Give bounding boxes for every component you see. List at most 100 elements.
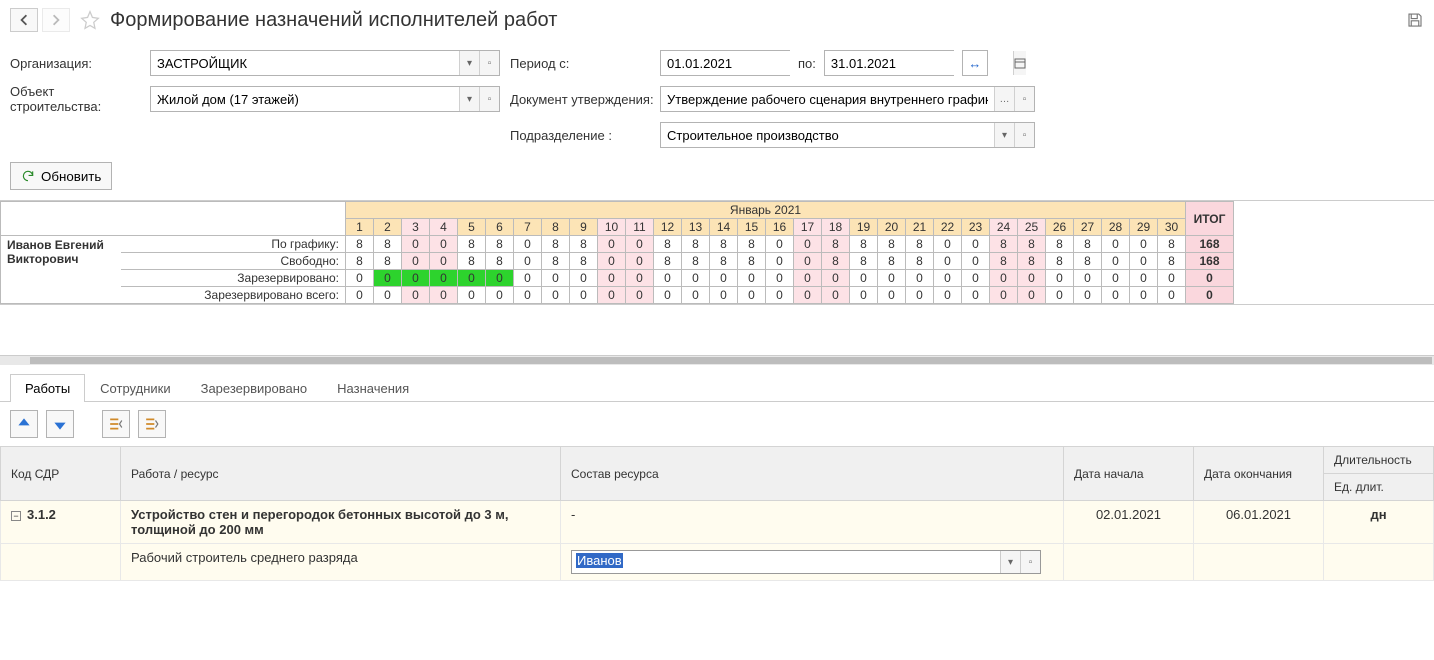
calendar-cell[interactable]: 0 <box>1102 287 1130 304</box>
calendar-cell[interactable]: 0 <box>906 287 934 304</box>
calendar-cell[interactable]: 0 <box>402 287 430 304</box>
calendar-cell[interactable]: 0 <box>1102 270 1130 287</box>
org-input[interactable] <box>151 51 459 75</box>
calendar-cell[interactable]: 0 <box>710 287 738 304</box>
col-start[interactable]: Дата начала <box>1064 447 1194 501</box>
calendar-cell[interactable]: 0 <box>402 253 430 270</box>
calendar-cell[interactable]: 0 <box>682 287 710 304</box>
calendar-cell[interactable]: 8 <box>486 253 514 270</box>
calendar-cell[interactable]: 0 <box>738 287 766 304</box>
calendar-cell[interactable]: 0 <box>766 270 794 287</box>
calendar-cell[interactable]: 0 <box>934 287 962 304</box>
calendar-cell[interactable]: 0 <box>1130 253 1158 270</box>
calendar-cell[interactable]: 8 <box>1074 253 1102 270</box>
calendar-cell[interactable]: 0 <box>934 270 962 287</box>
doc-open-icon[interactable]: ▫ <box>1014 87 1034 111</box>
calendar-cell[interactable]: 0 <box>542 270 570 287</box>
calendar-cell[interactable]: 0 <box>1158 270 1186 287</box>
calendar-cell[interactable]: 8 <box>1018 236 1046 253</box>
calendar-cell[interactable]: 8 <box>738 253 766 270</box>
period-from-input[interactable] <box>661 51 849 75</box>
calendar-cell[interactable]: 0 <box>514 236 542 253</box>
calendar-cell[interactable]: 8 <box>850 253 878 270</box>
calendar-cell[interactable]: 0 <box>962 287 990 304</box>
expand-toggle-icon[interactable]: − <box>11 511 21 521</box>
nav-back-button[interactable] <box>10 8 38 32</box>
calendar-cell[interactable]: 0 <box>934 253 962 270</box>
org-dropdown-icon[interactable]: ▾ <box>459 51 479 75</box>
tab-assignments[interactable]: Назначения <box>322 374 424 402</box>
calendar-cell[interactable]: 0 <box>402 236 430 253</box>
col-sdr[interactable]: Код СДР <box>1 447 121 501</box>
calendar-cell[interactable]: 0 <box>878 270 906 287</box>
calendar-cell[interactable]: 0 <box>570 270 598 287</box>
calendar-cell[interactable]: 0 <box>654 270 682 287</box>
calendar-cell[interactable]: 8 <box>906 253 934 270</box>
calendar-cell[interactable]: 0 <box>682 270 710 287</box>
favorite-icon[interactable] <box>80 10 100 30</box>
tab-employees[interactable]: Сотрудники <box>85 374 185 402</box>
calendar-cell[interactable]: 8 <box>710 253 738 270</box>
calendar-cell[interactable]: 0 <box>766 287 794 304</box>
calendar-cell[interactable]: 8 <box>542 236 570 253</box>
calendar-cell[interactable]: 8 <box>458 236 486 253</box>
calendar-cell[interactable]: 0 <box>626 253 654 270</box>
calendar-cell[interactable]: 0 <box>374 270 402 287</box>
calendar-cell[interactable]: 0 <box>542 287 570 304</box>
calendar-cell[interactable]: 0 <box>346 287 374 304</box>
calendar-cell[interactable]: 0 <box>626 236 654 253</box>
calendar-cell[interactable]: 8 <box>570 253 598 270</box>
calendar-cell[interactable]: 0 <box>1018 270 1046 287</box>
calendar-cell[interactable]: 0 <box>1130 270 1158 287</box>
calendar-cell[interactable]: 8 <box>570 236 598 253</box>
col-duration[interactable]: Длительность <box>1324 447 1434 474</box>
calendar-cell[interactable]: 8 <box>374 253 402 270</box>
tab-reserved[interactable]: Зарезервировано <box>186 374 323 402</box>
col-end[interactable]: Дата окончания <box>1194 447 1324 501</box>
calendar-cell[interactable]: 8 <box>710 236 738 253</box>
col-work[interactable]: Работа / ресурс <box>121 447 561 501</box>
org-open-icon[interactable]: ▫ <box>479 51 499 75</box>
calendar-cell[interactable]: 0 <box>1102 253 1130 270</box>
calendar-cell[interactable]: 0 <box>990 270 1018 287</box>
calendar-cell[interactable]: 8 <box>346 236 374 253</box>
calendar-cell[interactable]: 8 <box>990 253 1018 270</box>
calendar-cell[interactable]: 8 <box>906 236 934 253</box>
calendar-cell[interactable]: 0 <box>710 270 738 287</box>
calendar-cell[interactable]: 0 <box>598 236 626 253</box>
obj-dropdown-icon[interactable]: ▾ <box>459 87 479 111</box>
calendar-cell[interactable]: 8 <box>1018 253 1046 270</box>
calendar-cell[interactable]: 0 <box>654 287 682 304</box>
calendar-cell[interactable]: 0 <box>486 270 514 287</box>
nav-fwd-button[interactable] <box>42 8 70 32</box>
calendar-cell[interactable]: 8 <box>878 236 906 253</box>
table-row[interactable]: Рабочий строитель среднего разряда Ивано… <box>1 544 1434 581</box>
collapse-button[interactable] <box>102 410 130 438</box>
dept-input[interactable] <box>661 123 994 147</box>
calendar-cell[interactable]: 0 <box>1074 287 1102 304</box>
calendar-cell[interactable]: 0 <box>458 270 486 287</box>
calendar-cell[interactable]: 0 <box>962 270 990 287</box>
calendar-cell[interactable]: 0 <box>1074 270 1102 287</box>
calendar-cell[interactable]: 0 <box>458 287 486 304</box>
calendar-cell[interactable]: 0 <box>430 270 458 287</box>
calendar-cell[interactable]: 0 <box>738 270 766 287</box>
calendar-cell[interactable]: 0 <box>1130 236 1158 253</box>
expand-button[interactable] <box>138 410 166 438</box>
refresh-button[interactable]: Обновить <box>10 162 112 190</box>
calendar-cell[interactable]: 8 <box>850 236 878 253</box>
calendar-cell[interactable]: 0 <box>346 270 374 287</box>
calendar-cell[interactable]: 0 <box>486 287 514 304</box>
calendar-cell[interactable]: 8 <box>682 253 710 270</box>
calendar-cell[interactable]: 8 <box>346 253 374 270</box>
calendar-cell[interactable]: 0 <box>626 287 654 304</box>
calendar-cell[interactable]: 0 <box>598 270 626 287</box>
calendar-cell[interactable]: 0 <box>794 253 822 270</box>
calendar-cell[interactable]: 8 <box>822 253 850 270</box>
calendar-cell[interactable]: 0 <box>794 236 822 253</box>
calendar-cell[interactable]: 8 <box>486 236 514 253</box>
calendar-cell[interactable]: 0 <box>766 236 794 253</box>
calendar-cell[interactable]: 0 <box>514 287 542 304</box>
calendar-cell[interactable]: 0 <box>430 236 458 253</box>
h-scrollbar[interactable] <box>0 355 1434 365</box>
